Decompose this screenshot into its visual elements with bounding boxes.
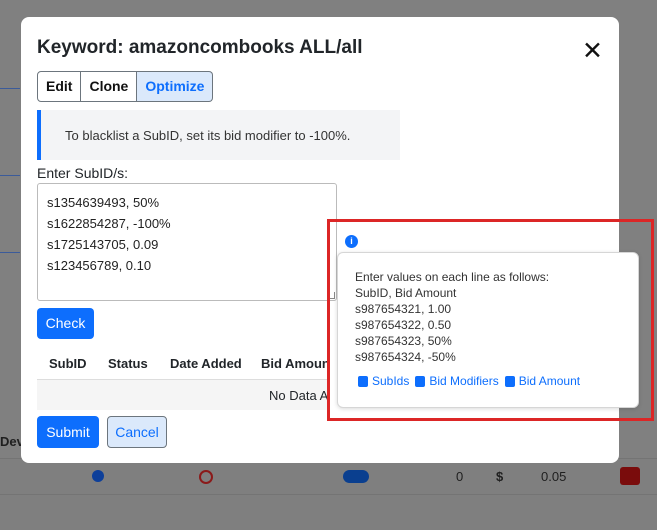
check-icon	[92, 470, 104, 482]
subid-table: SubID Status Date Added Bid Amount No Da…	[37, 350, 327, 410]
highlight-box	[327, 219, 654, 421]
delete-button[interactable]	[620, 467, 640, 485]
subid-label: Enter SubID/s:	[37, 165, 129, 181]
bg-table-row	[0, 494, 657, 530]
info-alert: To blacklist a SubID, set its bid modifi…	[37, 110, 400, 160]
blocked-icon	[199, 470, 213, 484]
bg-chart-line	[0, 175, 20, 176]
column-header-bid-amount[interactable]: Bid Amount	[261, 356, 327, 371]
modal-title: Keyword: amazoncombooks ALL/all	[37, 37, 363, 58]
bg-cell: 0.05	[541, 469, 567, 484]
column-header-subid[interactable]: SubID	[49, 356, 87, 371]
empty-message: No Data Available	[269, 388, 327, 403]
tab-clone[interactable]: Clone	[81, 71, 138, 102]
subid-line: s1622854287, -100%	[47, 216, 171, 231]
submit-button[interactable]: Submit	[37, 416, 99, 448]
subid-line: s1354639493, 50%	[47, 195, 160, 210]
cancel-button[interactable]: Cancel	[107, 416, 167, 448]
modal-tabs: Edit Clone Optimize	[37, 71, 214, 102]
subid-textarea[interactable]: s1354639493, 50% s1622854287, -100% s172…	[37, 183, 337, 301]
bg-chart-line	[0, 88, 20, 89]
bg-table-row: 0 $ 0.05	[0, 458, 657, 494]
toggle-switch[interactable]	[343, 470, 369, 483]
subid-line: s1725143705, 0.09	[47, 237, 159, 252]
tab-edit[interactable]: Edit	[37, 71, 82, 102]
check-button[interactable]: Check	[37, 308, 94, 339]
column-header-status[interactable]: Status	[108, 356, 148, 371]
column-header-date-added[interactable]: Date Added	[170, 356, 242, 371]
bg-cell: $	[496, 469, 504, 484]
table-empty-row: No Data Available	[37, 379, 327, 410]
alert-text: To blacklist a SubID, set its bid modifi…	[65, 128, 351, 143]
subid-line: s123456789, 0.10	[47, 258, 152, 273]
bg-cell: 0	[456, 469, 464, 484]
bg-chart-line	[0, 252, 20, 253]
tab-optimize[interactable]: Optimize	[137, 71, 214, 102]
close-icon[interactable]: ✕	[582, 39, 603, 64]
